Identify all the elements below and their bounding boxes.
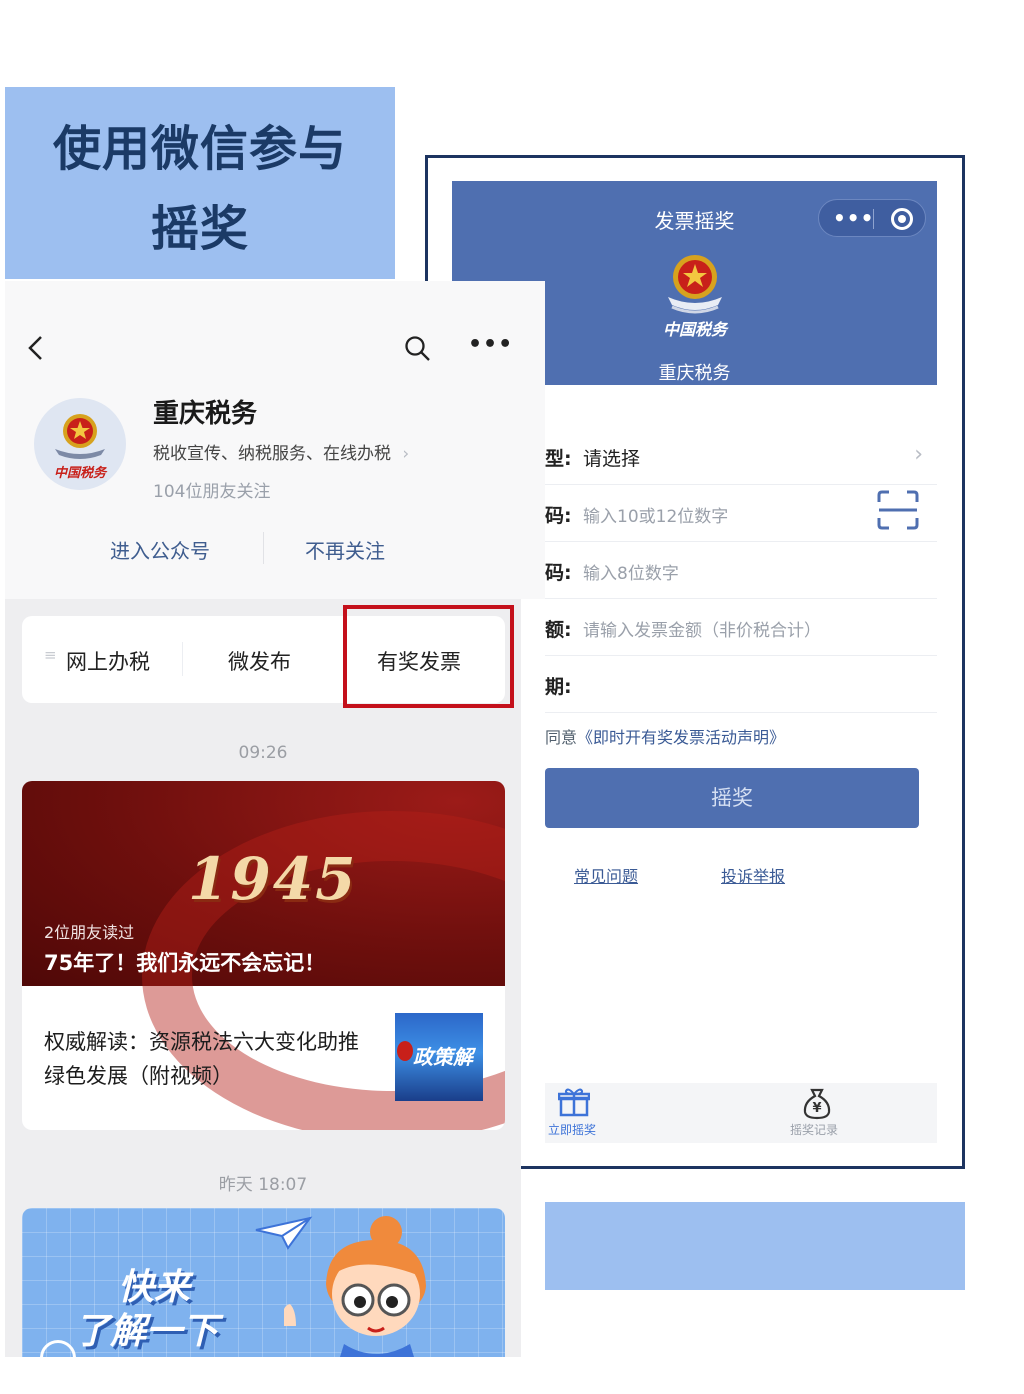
enter-account-button[interactable]: 进入公众号 <box>110 535 210 564</box>
mini-program-capsule[interactable]: ••• <box>818 199 926 237</box>
decorative-blue-block <box>545 1202 965 1290</box>
invoice-type-row[interactable]: 型: 请选择 › <box>545 428 937 485</box>
invoice-amount-label: 额: <box>545 619 572 641</box>
tab-draw-now-label: 立即摇奖 <box>548 1123 597 1137</box>
invoice-number-label: 码: <box>545 562 572 584</box>
invoice-date-label: 期: <box>545 676 572 698</box>
title-banner: 使用微信参与 摇奖 <box>5 87 395 279</box>
follower-count: 104位朋友关注 <box>153 482 271 502</box>
menu-list-icon: ≡ <box>44 646 57 664</box>
clock-icon <box>40 1340 76 1357</box>
account-description[interactable]: 税收宣传、纳税服务、在线办税 › <box>153 439 409 464</box>
invoice-type-label: 型: <box>545 448 572 470</box>
invoice-number-input[interactable]: 输入8位数字 <box>583 559 679 584</box>
chevron-right-icon: › <box>914 442 923 467</box>
menu-divider <box>182 642 183 676</box>
chevron-right-icon: › <box>402 444 410 464</box>
account-name: 重庆税务 <box>153 399 258 429</box>
promo-line2: 了解一下 <box>74 1311 219 1352</box>
invoice-number-row: 码: 输入8位数字 <box>545 542 937 599</box>
cartoon-girl-illustration <box>284 1216 426 1357</box>
gift-icon <box>558 1088 590 1117</box>
svg-text:中国税务: 中国税务 <box>663 320 729 339</box>
invoice-code-row: 码: 输入10或12位数字 <box>545 485 937 542</box>
capsule-divider <box>873 209 874 229</box>
message-time: 09:26 <box>238 743 288 763</box>
article-cover-image[interactable]: 1945 2位朋友读过 75年了！我们永远不会忘记！ <box>22 781 505 1130</box>
divider <box>263 532 264 564</box>
scan-icon[interactable] <box>877 490 919 530</box>
invoice-amount-row: 额: 请输入发票金额（非价税合计） <box>545 599 937 656</box>
search-icon[interactable] <box>404 335 432 363</box>
invoice-code-input[interactable]: 输入10或12位数字 <box>583 502 728 527</box>
article-title[interactable]: 权威解读：资源税法六大变化助推绿色发展（附视频） <box>44 1025 364 1093</box>
thumbnail-emblem <box>397 1041 413 1061</box>
friends-read-count: 2位朋友读过 <box>44 923 135 942</box>
account-description-text: 税收宣传、纳税服务、在线办税 <box>153 444 391 464</box>
invoice-type-select[interactable]: 请选择 <box>583 444 640 471</box>
draw-lottery-button[interactable]: 摇奖 <box>545 768 919 828</box>
close-target-icon[interactable] <box>891 208 913 230</box>
tab-draw-now[interactable]: 立即摇奖 <box>545 1083 605 1143</box>
agreement-prefix: 同意 <box>545 728 578 747</box>
article-card[interactable]: 1945 2位朋友读过 75年了！我们永远不会忘记！ 权威解读：资源税法六大变化… <box>22 781 505 1130</box>
tab-draw-records[interactable]: ¥ 摇奖记录 <box>785 1083 855 1143</box>
thumbnail-text: 政策解 <box>413 1045 473 1069</box>
invoice-code-label: 码: <box>545 505 572 527</box>
menu-item-micro-release[interactable]: 微发布 <box>228 646 291 676</box>
unfollow-button[interactable]: 不再关注 <box>305 535 385 564</box>
banner-title-line2: 摇奖 <box>150 201 249 257</box>
article-headline[interactable]: 75年了！我们永远不会忘记！ <box>44 947 325 977</box>
cover-year-text: 1945 <box>188 845 358 913</box>
promo-banner[interactable]: 快来 了解一下 <box>22 1208 505 1357</box>
message-time: 昨天 18:07 <box>218 1175 308 1195</box>
more-menu-icon[interactable]: ••• <box>468 332 513 357</box>
highlight-box <box>343 605 514 708</box>
banner-title-line1: 使用微信参与 <box>52 121 347 177</box>
faq-link[interactable]: 常见问题 <box>574 863 638 887</box>
tab-draw-records-label: 摇奖记录 <box>790 1123 839 1137</box>
invoice-date-row[interactable]: 期: <box>545 656 937 713</box>
svg-text:中国税务: 中国税务 <box>54 465 108 481</box>
complaint-link[interactable]: 投诉举报 <box>721 863 785 887</box>
tax-emblem-icon: 中国税务 <box>663 255 729 339</box>
invoice-amount-input[interactable]: 请输入发票金额（非价税合计） <box>583 616 821 641</box>
money-bag-icon: ¥ <box>803 1088 831 1120</box>
menu-item-online-tax[interactable]: 网上办税 <box>66 646 150 676</box>
back-arrow-icon[interactable] <box>26 334 46 362</box>
agreement-link[interactable]: 《即时开有奖发票活动声明》 <box>577 728 785 747</box>
svg-text:¥: ¥ <box>812 1101 821 1116</box>
account-avatar[interactable]: 中国税务 <box>33 397 127 491</box>
more-dots-icon[interactable]: ••• <box>833 206 874 230</box>
agreement-line: 同意《即时开有奖发票活动声明》 <box>545 724 785 748</box>
mini-program-tabbar: 立即摇奖 ¥ 摇奖记录 <box>545 1083 937 1143</box>
article-thumbnail[interactable]: 政策解 <box>395 1013 483 1101</box>
